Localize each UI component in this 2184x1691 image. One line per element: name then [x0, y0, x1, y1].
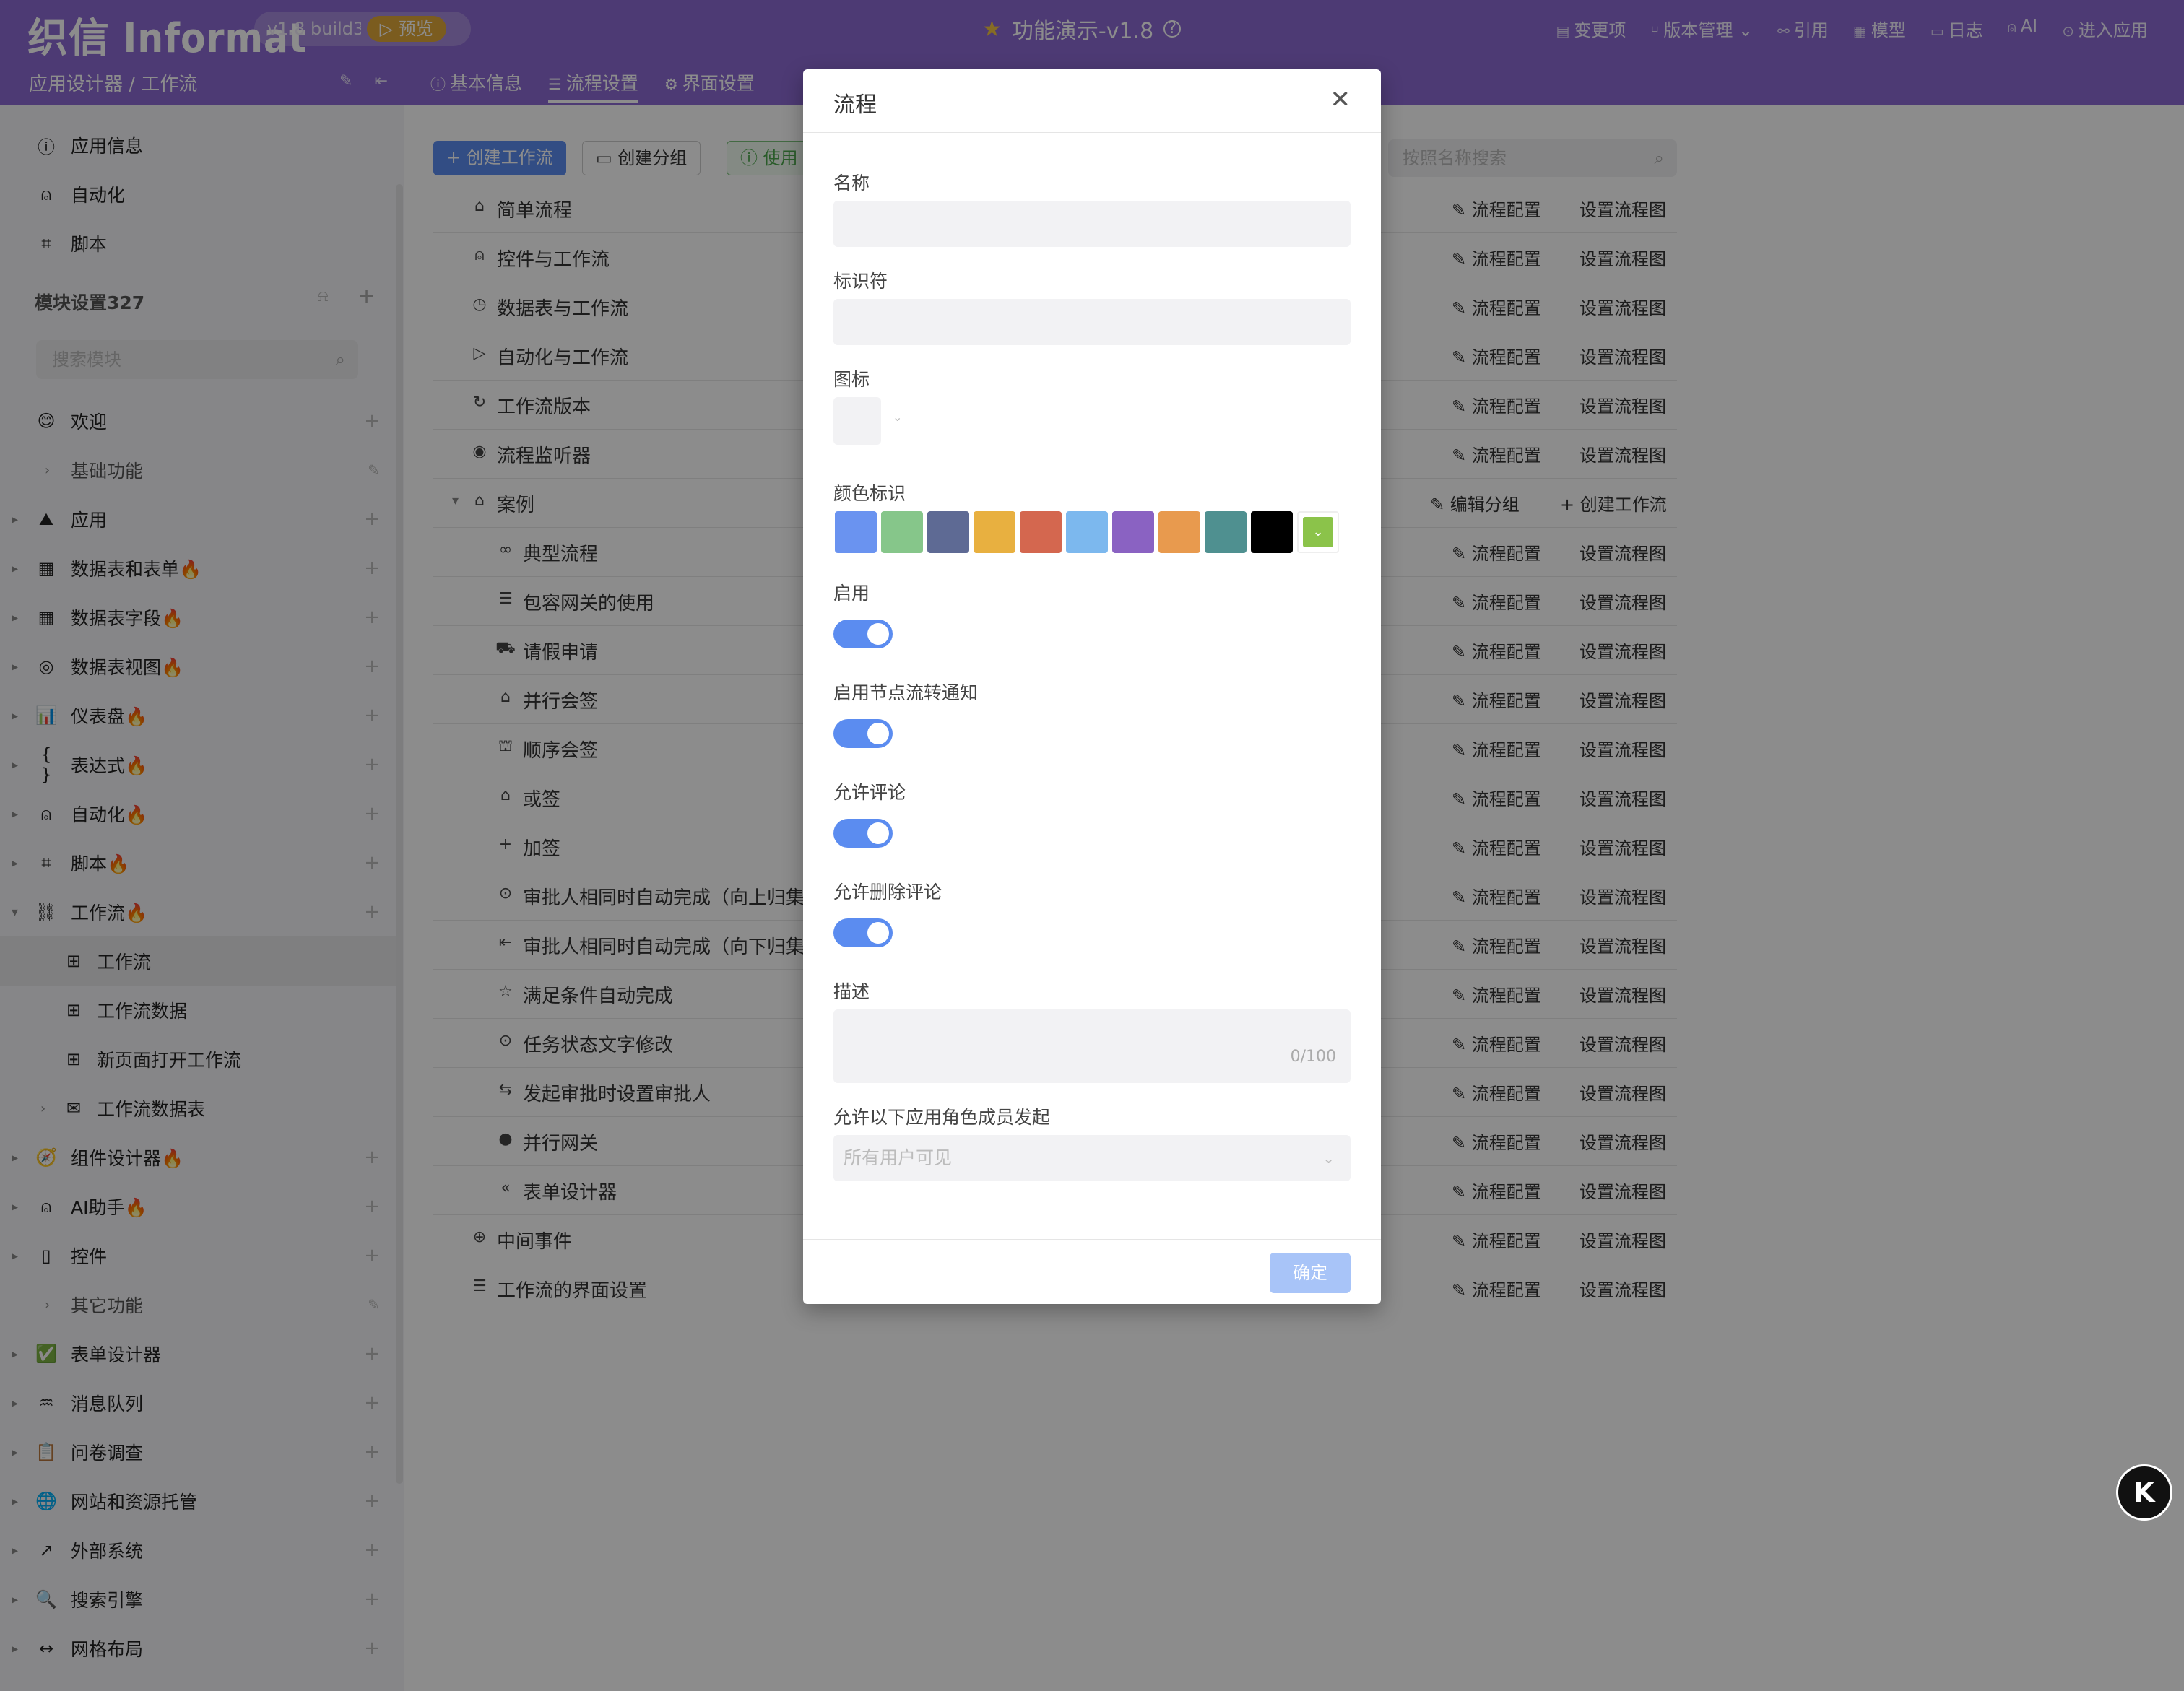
icon-picker[interactable]: [833, 397, 881, 445]
dialog-header: 流程 ✕: [803, 69, 1381, 133]
color-swatch[interactable]: [835, 511, 877, 553]
check-icon: ⌄: [1303, 517, 1333, 547]
color-swatch[interactable]: [1251, 511, 1293, 553]
identifier-label: 标识符: [833, 271, 888, 292]
color-swatch[interactable]: [974, 511, 1015, 553]
color-swatch[interactable]: [927, 511, 969, 553]
color-label: 颜色标识: [833, 483, 906, 504]
identifier-input[interactable]: [833, 299, 1351, 345]
description-textarea[interactable]: 0/100: [833, 1009, 1351, 1083]
name-input[interactable]: [833, 201, 1351, 247]
icon-label: 图标: [833, 369, 870, 390]
color-swatch[interactable]: [881, 511, 923, 553]
color-swatch[interactable]: [1158, 511, 1200, 553]
roles-select[interactable]: 所有用户可见 ⌄: [833, 1135, 1351, 1181]
dialog-footer: 确定: [803, 1239, 1381, 1304]
name-label: 名称: [833, 173, 870, 194]
enable-toggle[interactable]: [833, 620, 893, 648]
workflow-dialog: 流程 ✕ 名称 标识符 图标 ⌄ 颜色标识 ⌄ 启用 启用节点流转通知 允许评论…: [803, 69, 1381, 1304]
delete-comment-toggle[interactable]: [833, 918, 893, 947]
assistant-fab[interactable]: K: [2116, 1464, 2172, 1521]
notify-label: 启用节点流转通知: [833, 682, 979, 703]
color-swatch[interactable]: [1020, 511, 1062, 553]
dialog-title: 流程: [833, 92, 877, 118]
confirm-button[interactable]: 确定: [1270, 1253, 1351, 1293]
color-swatches: ⌄: [835, 511, 1339, 553]
color-swatch[interactable]: [1066, 511, 1108, 553]
comment-label: 允许评论: [833, 782, 906, 803]
chevron-down-icon: ⌄: [1322, 1149, 1335, 1167]
chevron-down-icon[interactable]: ⌄: [893, 410, 902, 424]
notify-toggle[interactable]: [833, 719, 893, 748]
delete-comment-label: 允许删除评论: [833, 882, 942, 903]
color-swatch[interactable]: [1205, 511, 1247, 553]
color-swatch[interactable]: [1112, 511, 1154, 553]
enable-label: 启用: [833, 583, 870, 604]
comment-toggle[interactable]: [833, 819, 893, 848]
selected-color-swatch[interactable]: ⌄: [1297, 511, 1339, 553]
char-counter: 0/100: [1290, 1048, 1336, 1066]
roles-label: 允许以下应用角色成员发起: [833, 1107, 1051, 1128]
close-icon[interactable]: ✕: [1330, 85, 1351, 114]
description-label: 描述: [833, 981, 870, 1002]
